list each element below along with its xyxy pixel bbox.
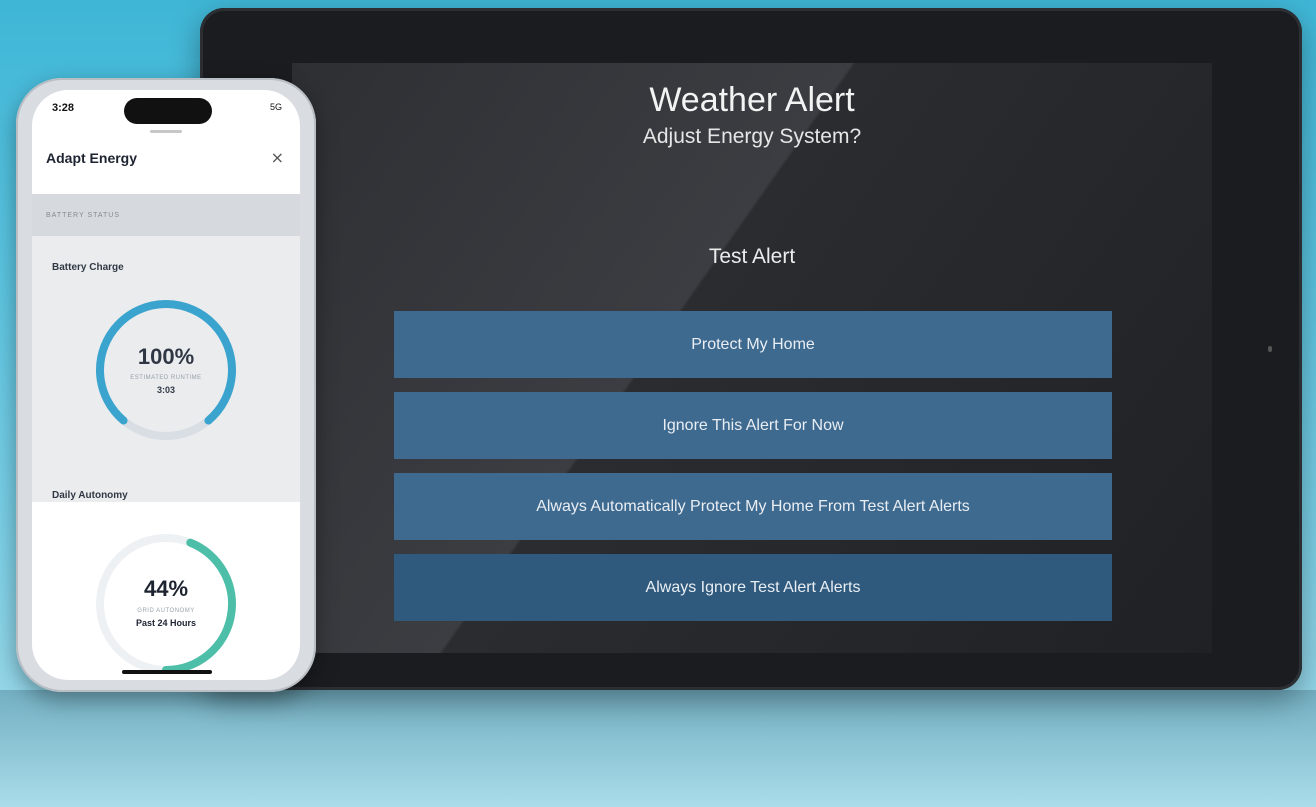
tablet-screen: Weather Alert Adjust Energy System? Test… [292, 63, 1212, 653]
autonomy-gauge-arc [162, 538, 236, 674]
tablet-device: Weather Alert Adjust Energy System? Test… [200, 8, 1302, 690]
network-indicator: 5G [269, 102, 282, 112]
autonomy-percent: 44% [143, 576, 189, 601]
alert-subtitle: Adjust Energy System? [642, 125, 862, 148]
always-ignore-button[interactable]: Always Ignore Test Alert Alerts [394, 554, 1112, 621]
close-icon[interactable]: × [271, 148, 284, 167]
reflection [0, 690, 1316, 807]
status-bar: 3:28 5G [32, 90, 300, 124]
dynamic-island [124, 98, 212, 124]
home-indicator[interactable] [122, 670, 212, 674]
grid-autonomy-label: GRID AUTONOMY [137, 608, 195, 614]
alert-name: Test Alert [708, 245, 796, 268]
protect-my-home-button[interactable]: Protect My Home [394, 311, 1112, 378]
panel-title: Adapt Energy [46, 150, 138, 166]
always-protect-button[interactable]: Always Automatically Protect My Home Fro… [394, 473, 1112, 540]
sheet-handle[interactable] [150, 130, 182, 133]
ignore-alert-button[interactable]: Ignore This Alert For Now [394, 392, 1112, 459]
status-time: 3:28 [52, 102, 75, 114]
phone-device: 3:28 5G Adapt Energy × BATTERY STATUS Ba… [16, 78, 316, 692]
dimmed-overlay [32, 194, 300, 502]
past-24-hours-label: Past 24 Hours [135, 618, 197, 628]
side-button [1268, 346, 1272, 352]
phone-screen: 3:28 5G Adapt Energy × BATTERY STATUS Ba… [32, 90, 300, 680]
alert-title: Weather Alert [649, 81, 855, 119]
autonomy-gauge [96, 534, 236, 674]
